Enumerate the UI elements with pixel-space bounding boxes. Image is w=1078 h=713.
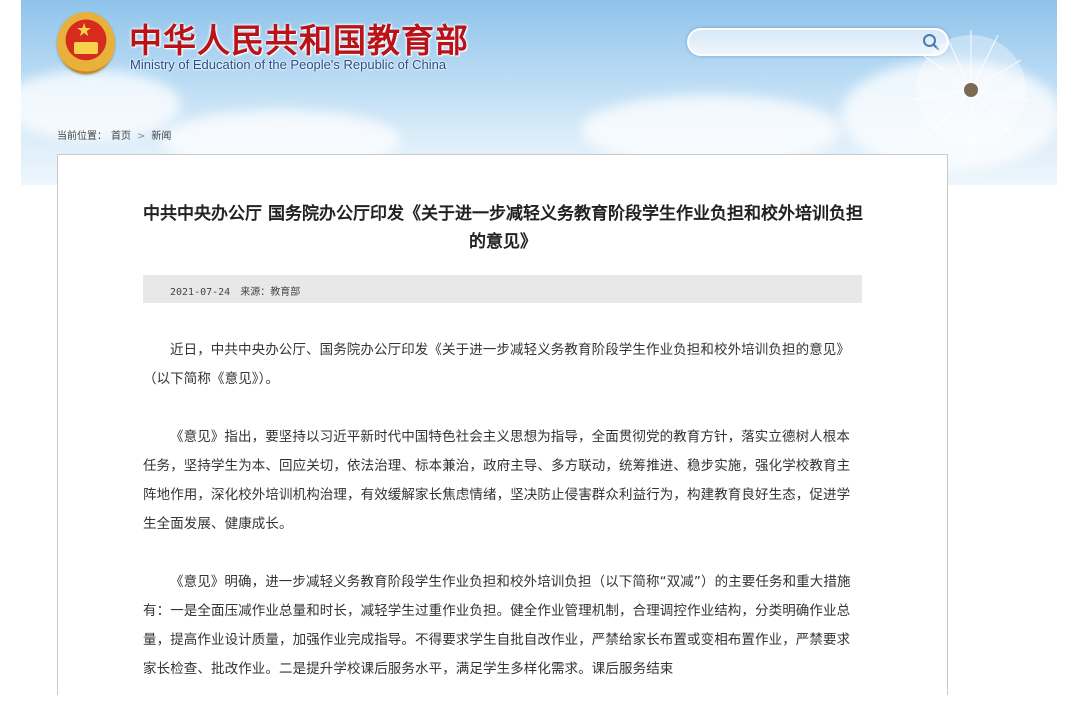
breadcrumb-news-link[interactable]: 新闻 <box>151 131 171 142</box>
article-source: 来源：教育部 <box>240 287 301 298</box>
breadcrumb-label: 当前位置： <box>57 131 107 142</box>
national-emblem-logo[interactable]: ★ <box>57 12 115 74</box>
article-container: 中共中央办公厅 国务院办公厅印发《关于进一步减轻义务教育阶段学生作业负担和校外培… <box>57 154 948 695</box>
search-input[interactable] <box>699 32 918 54</box>
article-paragraph: 《意见》指出，要坚持以习近平新时代中国特色社会主义思想为指导，全面贯彻党的教育方… <box>143 429 851 532</box>
breadcrumb: 当前位置： 首页 > 新闻 <box>57 127 171 142</box>
article-body: 近日，中共中央办公厅、国务院办公厅印发《关于进一步减轻义务教育阶段学生作业负担和… <box>143 336 853 713</box>
breadcrumb-separator: > <box>137 131 146 142</box>
site-subtitle: Ministry of Education of the People's Re… <box>130 57 447 72</box>
breadcrumb-home-link[interactable]: 首页 <box>111 131 131 142</box>
article-meta-bar: 2021-07-24 来源：教育部 <box>143 275 862 303</box>
site-title[interactable]: 中华人民共和国教育部 <box>129 14 469 62</box>
article-title: 中共中央办公厅 国务院办公厅印发《关于进一步减轻义务教育阶段学生作业负担和校外培… <box>143 204 863 252</box>
article-date: 2021-07-24 <box>170 287 231 298</box>
article-paragraph: 近日，中共中央办公厅、国务院办公厅印发《关于进一步减轻义务教育阶段学生作业负担和… <box>143 342 850 387</box>
